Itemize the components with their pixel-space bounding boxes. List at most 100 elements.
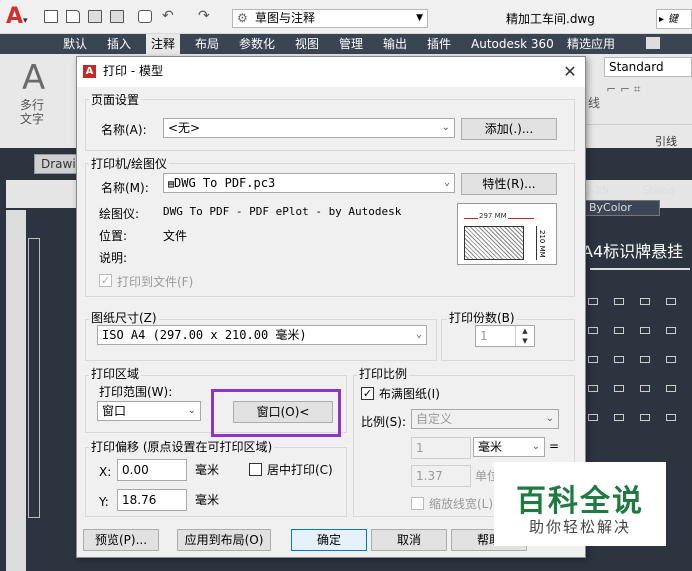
watermark-title: 百科全说: [516, 484, 644, 519]
undo-icon[interactable]: ↶: [162, 8, 174, 24]
center-print-checkbox[interactable]: [249, 463, 262, 476]
tab-annotate[interactable]: 注释: [146, 34, 181, 54]
ribbon-tabs: 默认 插入 注释 布局 参数化 视图 管理 输出 插件 Autodesk 360…: [0, 34, 692, 54]
paper-size-select[interactable]: ISO A4 (297.00 x 210.00 毫米) ⌄: [97, 325, 427, 345]
panel-divider: [582, 124, 692, 125]
chevron-down-icon: ⌄: [545, 413, 554, 424]
scale-lineweight-label: 缩放线宽(L): [429, 497, 494, 511]
color-select[interactable]: ByColor: [584, 200, 660, 216]
plotter-value: DWG To PDF - PDF ePlot - by Autodesk: [163, 205, 402, 218]
drawing-left-frame: [28, 238, 42, 518]
x-unit-label: 毫米: [195, 463, 220, 477]
ok-button[interactable]: 确定: [291, 529, 367, 551]
multiline-text-icon[interactable]: A: [22, 58, 45, 98]
cancel-button[interactable]: 取消: [371, 529, 447, 551]
tab-layout[interactable]: 布局: [190, 34, 224, 54]
drawing-tab[interactable]: Drawi: [34, 154, 82, 174]
drawing-text: A4标识牌悬挂: [582, 242, 684, 261]
scale-unit-select[interactable]: 毫米 ⌄: [473, 437, 545, 457]
scale-value2-input[interactable]: 1.37: [411, 465, 471, 487]
page-setup-label: 页面设置: [89, 91, 142, 108]
preview-button[interactable]: 预览(P)...: [83, 529, 159, 551]
line-label: 线: [588, 96, 601, 110]
multiline-text-label[interactable]: 多行 文字: [20, 98, 44, 126]
close-icon[interactable]: ✕: [557, 59, 583, 85]
preview-height-line: [536, 226, 537, 260]
scale-label: 比例(S):: [361, 415, 407, 429]
tab-default[interactable]: 默认: [58, 34, 92, 54]
tab-manage[interactable]: 管理: [334, 34, 368, 54]
chevron-down-icon: ⌄: [531, 441, 540, 452]
chevron-down-icon: ▼: [416, 13, 423, 23]
paper-size-label: 图纸尺寸(Z): [89, 309, 159, 326]
paper-preview: 297 MM 210 MM: [457, 203, 557, 265]
workspace-select[interactable]: ⚙ 草图与注释 ▼: [232, 9, 428, 28]
highlight-box: [211, 389, 341, 437]
printer-name-label: 名称(M):: [101, 181, 149, 195]
location-value: 文件: [163, 229, 188, 243]
dialog-title: 打印 - 模型: [77, 57, 585, 87]
tab-view[interactable]: 视图: [290, 34, 324, 54]
tab-featured-apps[interactable]: 精选应用: [562, 34, 620, 54]
dimension-style-row: 0-25 Stand: [584, 184, 675, 197]
redo-icon[interactable]: ↷: [198, 8, 210, 24]
apply-to-layout-button[interactable]: 应用到布局(O): [177, 529, 271, 551]
search-input[interactable]: ▸ 键: [656, 9, 692, 29]
tab-output[interactable]: 输出: [378, 34, 412, 54]
print-area-label: 打印区域: [89, 365, 142, 382]
copies-label: 打印份数(B): [447, 309, 517, 326]
print-to-file-label: 打印到文件(F): [117, 275, 194, 289]
tab-insert[interactable]: 插入: [102, 34, 136, 54]
autocad-logo-icon[interactable]: A▾: [6, 6, 34, 28]
preview-height-label: 210 MM: [538, 230, 546, 258]
print-to-file-checkbox[interactable]: ✓: [99, 274, 112, 287]
autocad-logo-icon: A: [83, 65, 96, 78]
x-offset-input[interactable]: 0.00: [117, 459, 187, 481]
copies-stepper[interactable]: ▲ ▼: [515, 326, 534, 346]
ribbon-toggle-icon[interactable]: [646, 37, 660, 49]
print-icon[interactable]: [138, 10, 152, 23]
watermark-subtitle: 助你轻松解决: [528, 518, 631, 536]
tab-autodesk-360[interactable]: Autodesk 360: [466, 34, 559, 54]
description-label: 说明:: [99, 251, 128, 265]
printer-name-select[interactable]: ▤DWG To PDF.pc3 ⌄: [163, 173, 455, 193]
drawing-grid: [588, 298, 692, 478]
x-label: X:: [99, 465, 112, 479]
save-as-icon[interactable]: [110, 10, 124, 23]
leader-panel-label: 引线: [655, 135, 677, 148]
page-setup-name-label: 名称(A):: [101, 123, 147, 137]
tab-parametric[interactable]: 参数化: [234, 34, 280, 54]
print-range-select[interactable]: 窗口 ⌄: [97, 401, 201, 421]
scale-value1-input[interactable]: 1: [411, 437, 471, 459]
save-icon[interactable]: [88, 10, 102, 23]
title-bar: A▾ ↶ ↷ ⚙ 草图与注释 ▼ 精加工车间.dwg ▸ 键: [0, 0, 692, 34]
add-page-setup-button[interactable]: 添加(.)...: [461, 118, 557, 140]
left-tool-palette[interactable]: [6, 210, 26, 571]
y-label: Y:: [99, 495, 109, 509]
preview-width-label: 297 MM: [478, 212, 508, 220]
preview-paper: [464, 226, 524, 260]
text-style-select[interactable]: Standard: [604, 57, 692, 77]
fit-to-paper-label: 布满图纸(I): [379, 387, 440, 401]
fit-to-paper-checkbox[interactable]: ✓: [361, 387, 374, 400]
scale-lineweight-checkbox[interactable]: [411, 497, 424, 510]
new-file-icon[interactable]: [44, 10, 58, 23]
center-print-label: 居中打印(C): [267, 463, 333, 477]
chevron-down-icon: ⌄: [441, 122, 450, 133]
plotter-label: 绘图仪:: [99, 207, 140, 221]
watermark: 百科全说 助你轻松解决: [494, 462, 666, 546]
page-setup-name-select[interactable]: <无> ⌄: [163, 118, 455, 138]
chevron-down-icon: ⌄: [415, 329, 422, 340]
open-file-icon[interactable]: [66, 10, 80, 23]
leader-tools-icon[interactable]: ⌐ ⌐ ⌗: [606, 82, 686, 102]
tab-plugins[interactable]: 插件: [422, 34, 456, 54]
printer-properties-button[interactable]: 特性(R)...: [461, 173, 557, 195]
y-offset-input[interactable]: 18.76: [117, 489, 187, 511]
scale-select[interactable]: 自定义 ⌄: [411, 409, 559, 429]
chevron-down-icon: ⌄: [187, 405, 196, 416]
location-label: 位置:: [99, 229, 128, 243]
chevron-down-icon: ⌄: [443, 177, 450, 188]
workspace-label: 草图与注释: [255, 11, 316, 25]
y-unit-label: 毫米: [195, 493, 220, 507]
file-name: 精加工车间.dwg: [506, 12, 595, 26]
